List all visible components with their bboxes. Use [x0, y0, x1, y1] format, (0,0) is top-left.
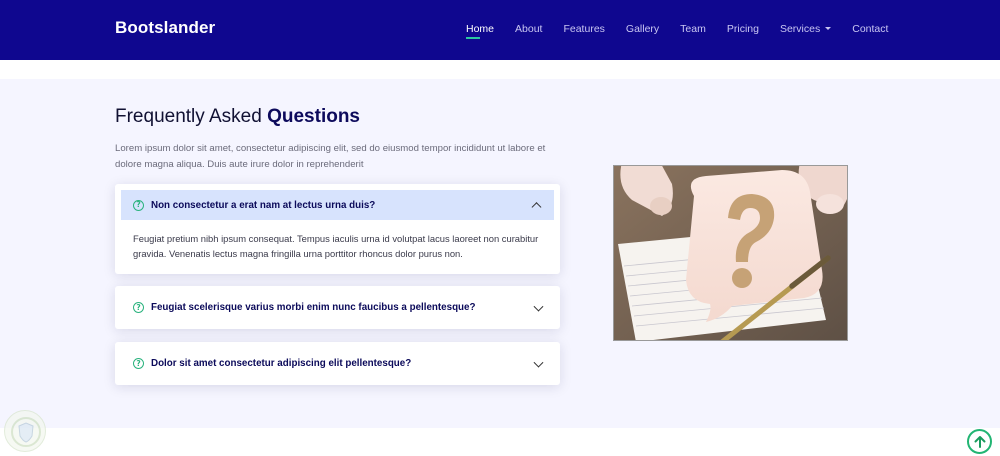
nav-link-services-label: Services — [779, 23, 821, 35]
brand-logo[interactable]: Bootslander — [115, 18, 215, 38]
faq-item-2-header[interactable]: ? Feugiat scelerisque varius morbi enim … — [115, 286, 560, 329]
back-to-top-button[interactable] — [967, 429, 992, 454]
chevron-down-icon[interactable] — [533, 301, 544, 312]
faq-item-1-header[interactable]: ? Non consectetur a erat nam at lectus u… — [121, 190, 554, 220]
nav-link-services[interactable]: Services — [779, 23, 832, 35]
floating-badge — [4, 410, 46, 452]
faq-item-1-answer: Feugiat pretium nibh ipsum consequat. Te… — [133, 233, 539, 259]
arrow-up-icon — [974, 435, 985, 448]
faq-item-3: ? Dolor sit amet consectetur adipiscing … — [115, 342, 560, 385]
faq-image — [613, 165, 848, 341]
faq-item-2: ? Feugiat scelerisque varius morbi enim … — [115, 286, 560, 329]
nav-link-pricing[interactable]: Pricing — [727, 23, 759, 35]
faq-title: Frequently Asked Questions — [115, 106, 360, 128]
faq-item-1-question: Non consectetur a erat nam at lectus urn… — [151, 199, 376, 211]
chevron-up-icon[interactable] — [531, 202, 542, 213]
faq-title-bold: Questions — [267, 106, 360, 127]
faq-item-2-question: Feugiat scelerisque varius morbi enim nu… — [151, 302, 476, 313]
nav-link-about[interactable]: About — [515, 23, 542, 35]
nav-link-team[interactable]: Team — [680, 23, 706, 35]
question-circle-icon: ? — [133, 302, 144, 313]
faq-title-light: Frequently Asked — [115, 106, 268, 127]
faq-item-1: ? Non consectetur a erat nam at lectus u… — [115, 184, 560, 274]
main-nav: Home About Features Gallery Team Pricing… — [466, 23, 909, 39]
question-mark-photo — [614, 166, 847, 340]
question-circle-icon: ? — [133, 358, 144, 369]
caret-down-icon — [825, 26, 832, 30]
nav-link-gallery[interactable]: Gallery — [626, 23, 659, 35]
nav-link-features[interactable]: Features — [563, 23, 604, 35]
nav-link-home[interactable]: Home — [466, 23, 494, 39]
faq-item-3-header[interactable]: ? Dolor sit amet consectetur adipiscing … — [115, 342, 560, 385]
nav-link-contact[interactable]: Contact — [852, 23, 888, 35]
faq-item-3-question: Dolor sit amet consectetur adipiscing el… — [151, 358, 412, 369]
question-circle-icon: ? — [133, 199, 144, 211]
shield-icon — [11, 417, 41, 447]
site-header: Bootslander Home About Features Gallery … — [0, 0, 1000, 60]
faq-description: Lorem ipsum dolor sit amet, consectetur … — [115, 143, 546, 170]
chevron-down-icon[interactable] — [533, 357, 544, 368]
